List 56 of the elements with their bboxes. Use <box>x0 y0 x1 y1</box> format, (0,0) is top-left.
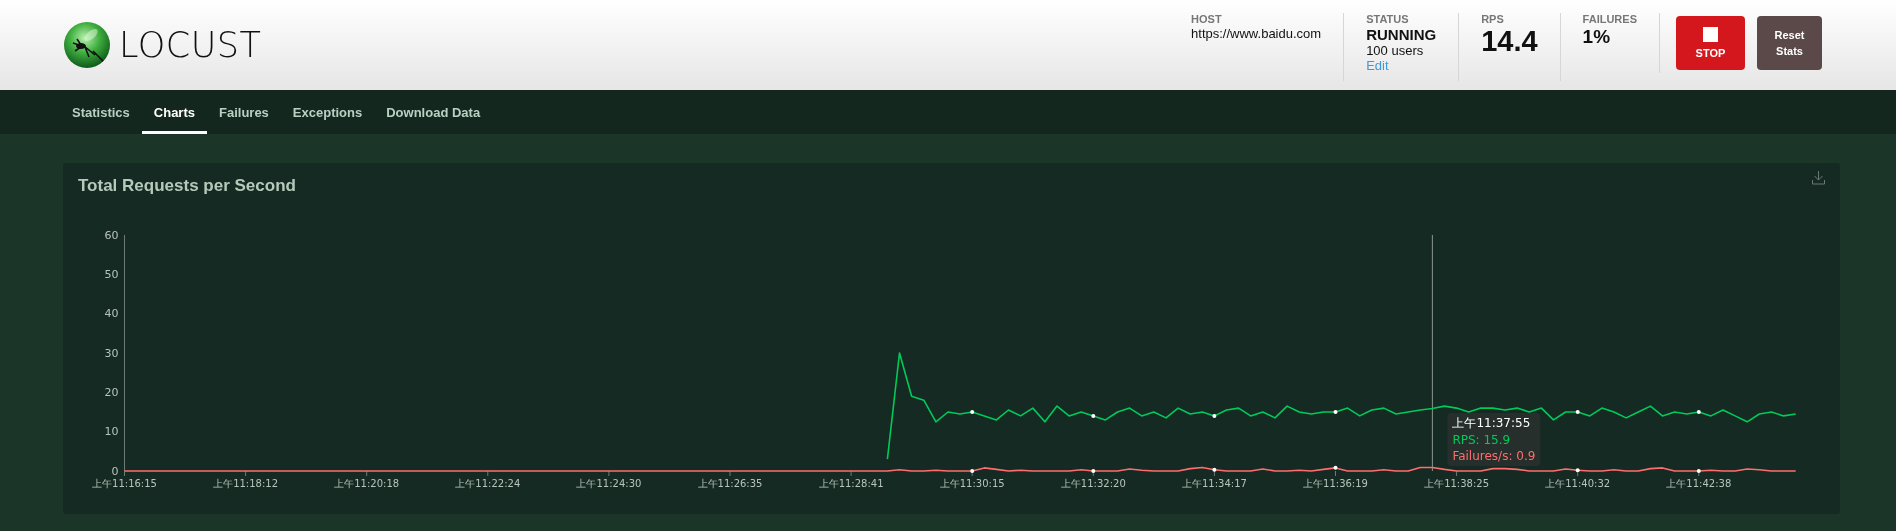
stat-label: HOST <box>1191 13 1223 25</box>
point-marker <box>1212 467 1217 472</box>
tooltip-value: RPS: 15.9 <box>1452 433 1511 447</box>
point-marker <box>970 410 975 414</box>
tooltip-value: Failures/s: 0.9 <box>1452 449 1536 463</box>
point-marker <box>1333 465 1338 470</box>
point-marker <box>1575 410 1580 414</box>
stat-label: STATUS <box>1366 13 1410 25</box>
nav-tab[interactable]: Statistics <box>60 93 142 134</box>
y-tick-label: 40 <box>104 307 119 321</box>
stat-value: 1% <box>1582 26 1612 48</box>
y-tick-label: 10 <box>104 425 119 439</box>
x-tick-label: 上午11:16:15 <box>92 478 157 489</box>
point-marker <box>1212 413 1217 418</box>
x-tick-label: 上午11:42:38 <box>1666 478 1732 489</box>
x-tick-label: 上午11:32:20 <box>1060 478 1126 489</box>
stat-value: RUNNING <box>1366 26 1437 43</box>
x-tick-label: 上午11:40:32 <box>1545 478 1611 489</box>
point-marker <box>1091 413 1096 418</box>
stat-value: 14.4 <box>1481 26 1538 56</box>
nav-tab[interactable]: Exceptions <box>280 93 375 134</box>
tooltip-time: 上午11:37:55 <box>1452 416 1531 430</box>
x-tick-label: 上午11:30:15 <box>939 478 1005 489</box>
nav-tab[interactable]: Download Data <box>374 93 493 134</box>
point-marker <box>1333 410 1338 414</box>
y-tick-label: 50 <box>104 267 119 281</box>
stat-label: FAILURES <box>1582 13 1637 25</box>
point-marker <box>1091 469 1096 473</box>
stat-label: RPS <box>1481 13 1505 25</box>
point-marker <box>1696 410 1701 414</box>
logo-text: LOCUST <box>119 25 262 65</box>
x-tick-label: 上午11:24:30 <box>576 478 642 489</box>
download-icon[interactable] <box>1812 171 1825 185</box>
x-tick-label: 上午11:36:19 <box>1303 478 1368 489</box>
x-tick-label: 上午11:20:18 <box>334 478 400 489</box>
x-tick-label: 上午11:22:24 <box>455 478 521 489</box>
point-marker <box>1575 468 1580 473</box>
x-tick-label: 上午11:28:41 <box>818 478 884 489</box>
x-tick-label: 上午11:26:35 <box>697 478 763 489</box>
chart-title: Total Requests per Second <box>78 175 296 197</box>
x-tick-label: 上午11:18:12 <box>213 478 279 489</box>
user-count: 100 users <box>1366 43 1425 58</box>
y-tick-label: 0 <box>111 464 119 478</box>
y-tick-label: 20 <box>104 385 119 399</box>
nav-tab[interactable]: Failures <box>207 93 281 134</box>
reset-stats-button[interactable]: Reset Stats <box>1757 16 1822 70</box>
point-marker <box>1696 469 1701 473</box>
logo-icon <box>63 21 111 69</box>
y-tick-label: 30 <box>104 346 119 360</box>
x-tick-label: 上午11:34:17 <box>1181 478 1247 489</box>
x-tick-label: 上午11:38:25 <box>1424 478 1490 489</box>
stop-button[interactable]: STOP <box>1676 16 1745 70</box>
y-tick-label: 60 <box>104 228 119 242</box>
nav-tab[interactable]: Charts <box>141 93 207 134</box>
point-marker <box>970 469 975 473</box>
stat-value: https://www.baidu.com <box>1191 26 1322 41</box>
